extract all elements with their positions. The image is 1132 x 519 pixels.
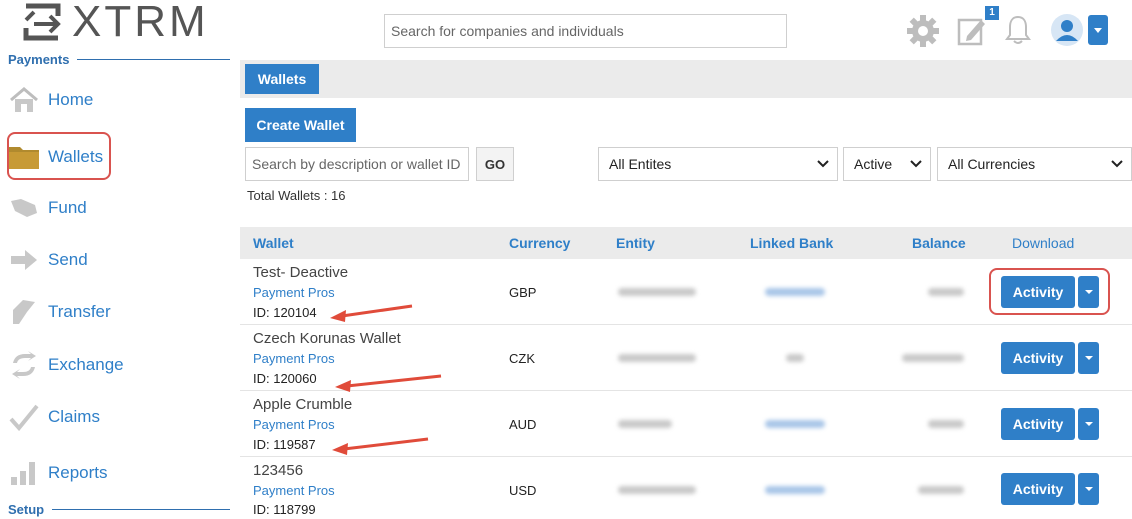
user-menu-dropdown[interactable] <box>1088 15 1108 45</box>
sidebar-item-exchange[interactable]: Exchange <box>8 345 228 385</box>
sidebar-item-home[interactable]: Home <box>8 80 228 120</box>
caret-down-icon <box>1084 422 1093 426</box>
activity-button[interactable]: Activity <box>1001 342 1075 374</box>
column-header-currency[interactable]: Currency <box>509 235 570 251</box>
balance-redacted <box>928 288 964 296</box>
edit-icon[interactable] <box>957 14 987 51</box>
status-select-value: Active <box>854 156 893 172</box>
transfer-icon <box>8 296 40 328</box>
entity-select-value: All Entites <box>609 156 672 172</box>
linked-bank-redacted <box>765 420 825 428</box>
entity-redacted <box>618 420 672 428</box>
tab-wallets[interactable]: Wallets <box>245 64 319 94</box>
entity-redacted <box>618 354 696 362</box>
chevron-down-icon <box>1111 160 1123 168</box>
wallet-id: ID: 120060 <box>253 371 317 386</box>
sidebar-item-transfer[interactable]: Transfer <box>8 292 228 332</box>
arrow-right-icon <box>8 244 40 276</box>
wallet-id: ID: 118799 <box>253 502 316 517</box>
logo[interactable]: XTRM <box>20 0 209 46</box>
wallet-company-link[interactable]: Payment Pros <box>253 351 335 366</box>
currency-select-value: All Currencies <box>948 156 1036 172</box>
sidebar-item-label: Home <box>48 90 94 109</box>
fund-icon <box>8 192 40 224</box>
global-search-input[interactable] <box>384 14 787 48</box>
highlight-box <box>989 268 1110 315</box>
balance-redacted <box>928 420 964 428</box>
sidebar-item-label: Fund <box>48 198 87 217</box>
column-header-wallet[interactable]: Wallet <box>253 235 294 251</box>
avatar[interactable] <box>1050 13 1084 52</box>
chevron-down-icon <box>910 160 922 168</box>
wallet-currency: USD <box>509 483 537 498</box>
wallet-company-link[interactable]: Payment Pros <box>253 483 335 498</box>
logo-text: XTRM <box>72 0 209 46</box>
linked-bank-redacted <box>765 486 825 494</box>
arrow-annotation <box>330 304 413 322</box>
status-select[interactable]: Active <box>843 147 931 181</box>
section-label-payments: Payments <box>8 52 230 67</box>
linked-bank-redacted <box>765 288 825 296</box>
wallet-name: Apple Crumble <box>253 396 353 413</box>
activity-dropdown[interactable] <box>1078 342 1099 374</box>
caret-down-icon <box>1084 487 1093 491</box>
gear-icon[interactable] <box>906 14 940 53</box>
wallet-name: Test- Deactive <box>253 264 349 281</box>
activity-dropdown[interactable] <box>1078 473 1099 505</box>
sidebar-item-claims[interactable]: Claims <box>8 397 228 437</box>
check-icon <box>8 401 40 433</box>
notification-badge: 1 <box>985 6 999 20</box>
highlight-box <box>7 132 111 180</box>
activity-dropdown[interactable] <box>1078 408 1099 440</box>
bar-chart-icon <box>8 457 40 489</box>
balance-redacted <box>902 354 964 362</box>
sidebar-item-label: Reports <box>48 463 108 482</box>
wallet-currency: CZK <box>509 351 535 366</box>
wallet-id: ID: 120104 <box>253 305 317 320</box>
column-header-entity[interactable]: Entity <box>616 235 655 251</box>
wallet-name: Czech Korunas Wallet <box>253 330 401 347</box>
wallet-company-link[interactable]: Payment Pros <box>253 417 335 432</box>
logo-icon <box>20 2 64 42</box>
create-wallet-button[interactable]: Create Wallet <box>245 108 356 142</box>
wallet-company-link[interactable]: Payment Pros <box>253 285 335 300</box>
arrow-annotation <box>332 437 429 455</box>
sidebar-item-label: Exchange <box>48 355 124 374</box>
linked-bank-redacted <box>786 354 804 362</box>
tab-bar <box>240 60 1132 98</box>
sidebar-item-label: Transfer <box>48 302 111 321</box>
sidebar-item-send[interactable]: Send <box>8 240 228 280</box>
wallet-currency: GBP <box>509 285 537 300</box>
exchange-icon <box>8 349 40 381</box>
column-header-balance[interactable]: Balance <box>912 235 966 251</box>
activity-button[interactable]: Activity <box>1001 408 1075 440</box>
column-header-linked-bank[interactable]: Linked Bank <box>750 235 833 251</box>
bell-icon[interactable] <box>1004 14 1032 51</box>
go-button[interactable]: GO <box>476 147 514 181</box>
home-icon <box>8 84 40 116</box>
section-label-setup: Setup <box>8 502 230 517</box>
caret-down-icon <box>1084 356 1093 360</box>
sidebar-item-label: Send <box>48 250 88 269</box>
table-header <box>240 227 1132 259</box>
wallet-name: 123456 <box>253 462 304 479</box>
total-wallets: Total Wallets : 16 <box>247 188 346 203</box>
wallet-id: ID: 119587 <box>253 437 316 452</box>
sidebar-item-reports[interactable]: Reports <box>8 453 228 493</box>
sidebar-item-fund[interactable]: Fund <box>8 188 228 228</box>
entity-redacted <box>618 288 696 296</box>
sidebar-item-label: Claims <box>48 407 100 426</box>
currency-select[interactable]: All Currencies <box>937 147 1132 181</box>
balance-redacted <box>918 486 964 494</box>
wallet-currency: AUD <box>509 417 537 432</box>
caret-down-icon <box>1094 28 1102 33</box>
wallet-search-input[interactable] <box>245 147 469 181</box>
entity-redacted <box>618 486 696 494</box>
entity-select[interactable]: All Entites <box>598 147 838 181</box>
chevron-down-icon <box>817 160 829 168</box>
download-link[interactable]: Download <box>1012 235 1074 251</box>
activity-button[interactable]: Activity <box>1001 473 1075 505</box>
